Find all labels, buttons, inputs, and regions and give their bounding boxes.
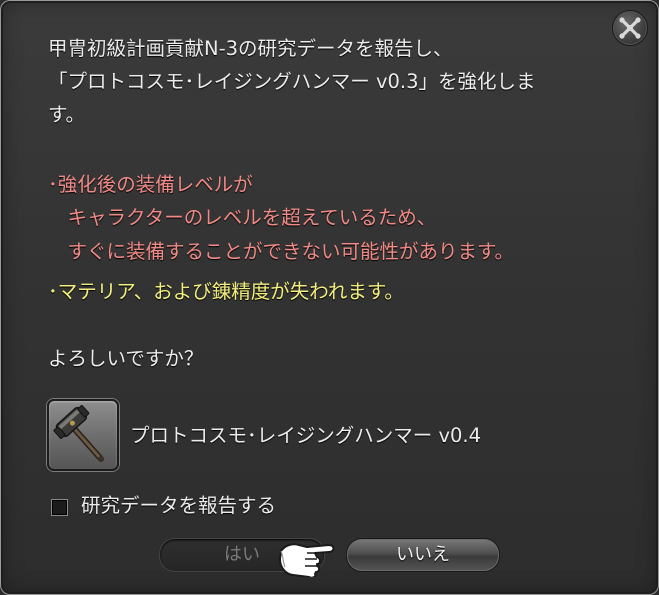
warning-line: すぐに装備することができない可能性があります。 — [48, 240, 515, 263]
close-icon — [619, 17, 641, 39]
warning-line: キャラクターのレベルを超えているため、 — [48, 206, 437, 229]
item-slot[interactable] — [47, 399, 119, 471]
no-button[interactable]: いいえ — [346, 538, 500, 572]
message-line: す。 — [48, 103, 86, 126]
report-checkbox-label[interactable]: 研究データを報告する — [81, 494, 276, 518]
item-name: プロトコスモ･レイジングハンマー v0.4 — [130, 424, 482, 447]
notice-line: ･マテリア、および錬精度が失われます。 — [48, 280, 404, 303]
warning-line: ･強化後の装備レベルが — [48, 173, 253, 196]
pointing-hand-cursor — [279, 543, 335, 577]
hammer-icon — [53, 405, 104, 462]
confirmation-dialog: 甲冑初級計画貢献N-3の研究データを報告し、 「プロトコスモ･レイジングハンマー… — [0, 0, 659, 595]
confirm-question: よろしいですか？ — [48, 347, 204, 370]
message-line: 甲冑初級計画貢献N-3の研究データを報告し、 — [48, 37, 453, 60]
message-line: 「プロトコスモ･レイジングハンマー v0.3」を強化しま — [48, 70, 536, 93]
close-button[interactable] — [612, 10, 648, 46]
report-checkbox[interactable] — [51, 499, 68, 516]
